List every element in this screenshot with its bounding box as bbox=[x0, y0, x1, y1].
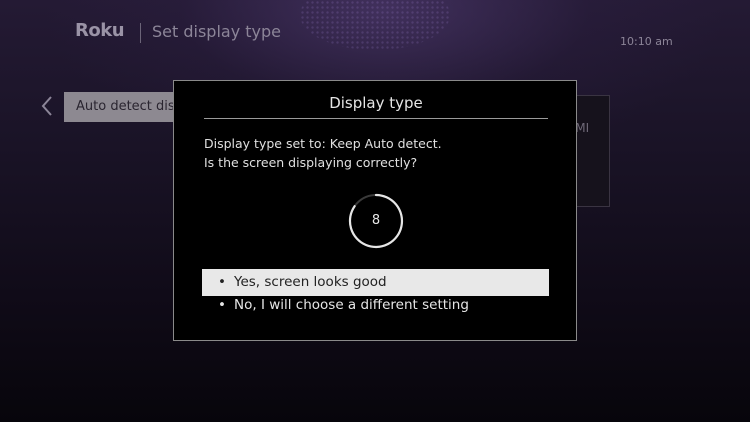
option-label: Yes, screen looks good bbox=[234, 274, 387, 290]
chevron-left-icon[interactable] bbox=[40, 95, 54, 117]
option-choose-different[interactable]: • No, I will choose a different setting bbox=[202, 292, 549, 319]
display-type-dialog: Display type Display type set to: Keep A… bbox=[173, 80, 577, 341]
bullet: • bbox=[218, 297, 226, 313]
decorative-dots bbox=[300, 0, 450, 50]
dialog-message-status: Display type set to: Keep Auto detect. bbox=[204, 136, 442, 151]
option-label: No, I will choose a different setting bbox=[234, 297, 469, 313]
roku-logo: Roku bbox=[75, 20, 125, 41]
countdown-value: 8 bbox=[371, 213, 381, 228]
dialog-divider bbox=[204, 118, 548, 119]
countdown-timer: 8 bbox=[346, 191, 406, 251]
dialog-title: Display type bbox=[329, 94, 423, 112]
tv-screen: Roku Set display type 10:10 am Auto dete… bbox=[0, 0, 750, 422]
clock: 10:10 am bbox=[620, 35, 673, 48]
page-title: Set display type bbox=[152, 22, 281, 41]
header-divider bbox=[140, 23, 141, 43]
dialog-message-question: Is the screen displaying correctly? bbox=[204, 155, 418, 170]
